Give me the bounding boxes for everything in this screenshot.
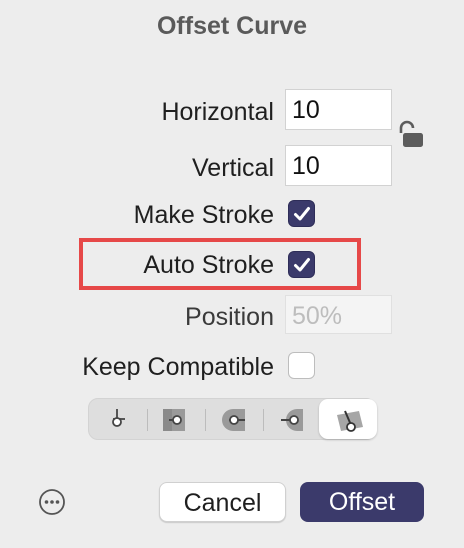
keep-compatible-label: Keep Compatible: [82, 353, 274, 381]
make-stroke-label: Make Stroke: [133, 201, 274, 229]
round-inset-cap-icon: [281, 409, 303, 431]
horizontal-field[interactable]: 10: [285, 89, 392, 130]
offset-curve-dialog: Offset Curve Horizontal 10 Vertical 10 M…: [0, 0, 464, 548]
checkmark-icon: [294, 258, 310, 272]
position-label: Position: [185, 303, 274, 331]
square-cap-icon: [163, 409, 185, 431]
checkmark-icon: [294, 207, 310, 221]
keep-compatible-checkbox[interactable]: [288, 352, 315, 379]
position-field: 50%: [285, 295, 392, 334]
round-cap-icon: [222, 409, 245, 431]
angled-cap-icon: [337, 410, 363, 432]
square-cap-segment[interactable]: [147, 399, 205, 439]
auto-stroke-checkbox[interactable]: [288, 251, 315, 278]
offset-button[interactable]: Offset: [300, 482, 424, 522]
round-inset-cap-segment[interactable]: [263, 399, 321, 439]
butt-cap-segment[interactable]: [89, 399, 147, 439]
vertical-label: Vertical: [192, 154, 274, 182]
angled-cap-segment[interactable]: [319, 399, 377, 439]
dialog-title: Offset Curve: [156, 12, 308, 40]
horizontal-label: Horizontal: [161, 98, 274, 126]
round-cap-segment[interactable]: [205, 399, 263, 439]
cap-style-segmented-control: [88, 398, 377, 440]
butt-cap-icon: [112, 409, 125, 427]
vertical-field[interactable]: 10: [285, 145, 392, 186]
make-stroke-checkbox[interactable]: [288, 200, 315, 227]
lock-open-icon[interactable]: [396, 120, 426, 152]
auto-stroke-label: Auto Stroke: [143, 251, 274, 279]
more-options-icon[interactable]: [38, 488, 66, 516]
cancel-button[interactable]: Cancel: [159, 482, 286, 522]
